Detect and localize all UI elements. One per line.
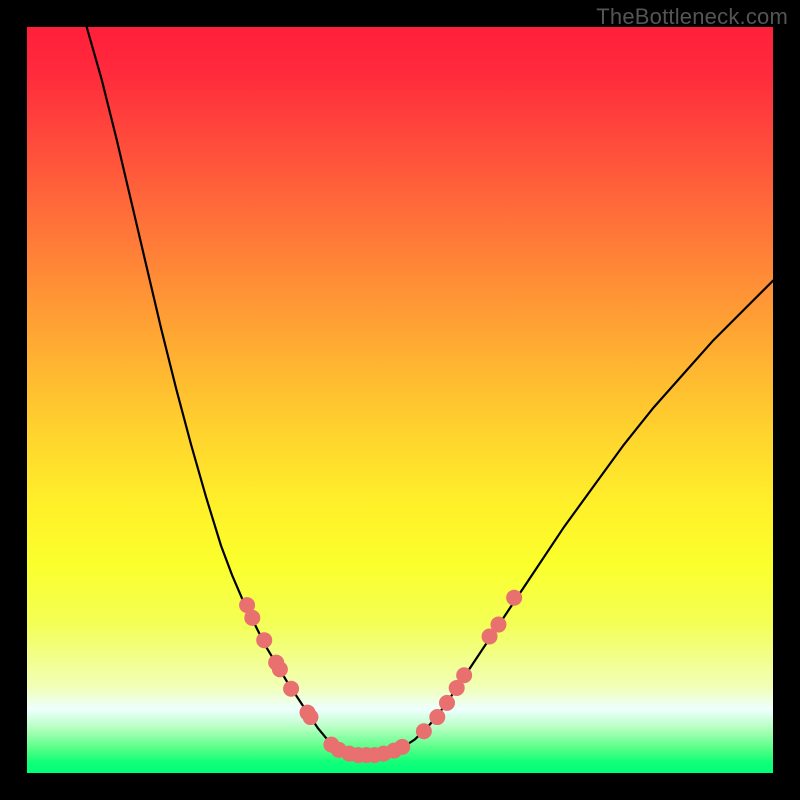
chart-plot-area xyxy=(27,27,773,773)
chart-marker-7 xyxy=(302,709,318,725)
chart-lines-group xyxy=(87,27,773,756)
chart-marker-24 xyxy=(506,590,522,606)
chart-svg xyxy=(27,27,773,773)
app-frame: TheBottleneck.com xyxy=(0,0,800,800)
chart-marker-23 xyxy=(490,617,506,633)
chart-marker-19 xyxy=(439,695,455,711)
chart-markers-group xyxy=(239,590,522,763)
chart-marker-16 xyxy=(394,739,410,755)
chart-marker-17 xyxy=(416,723,432,739)
chart-series-left-curve xyxy=(87,27,348,754)
chart-series-right-curve xyxy=(385,281,773,754)
chart-marker-5 xyxy=(283,681,299,697)
chart-marker-1 xyxy=(244,610,260,626)
chart-marker-21 xyxy=(456,667,472,683)
chart-marker-2 xyxy=(256,632,272,648)
chart-marker-4 xyxy=(272,661,288,677)
chart-marker-18 xyxy=(429,709,445,725)
